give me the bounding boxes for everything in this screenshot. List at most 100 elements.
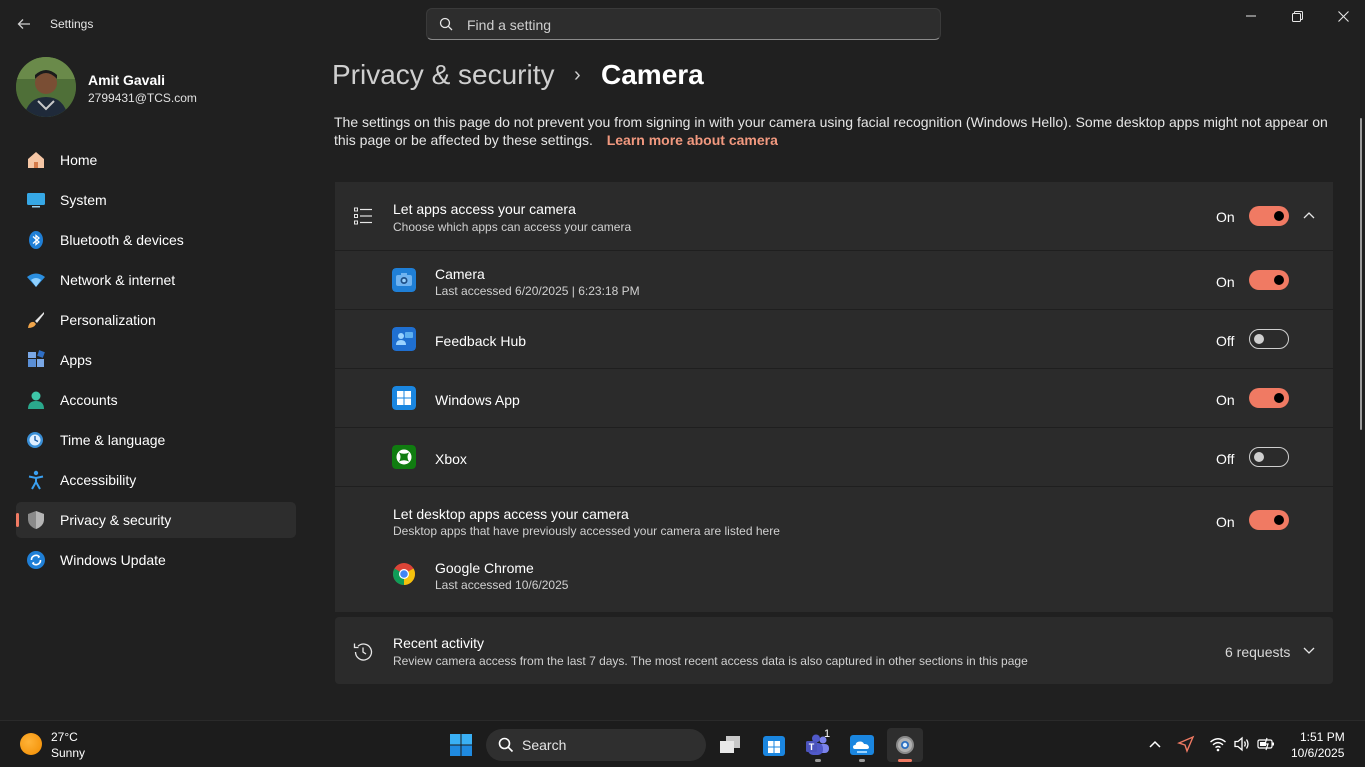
learn-more-link[interactable]: Learn more about camera <box>607 132 778 148</box>
clock-date[interactable]: 10/6/2025 <box>1291 746 1344 760</box>
app-title: Settings <box>50 17 94 31</box>
app-state: Off <box>1216 333 1235 349</box>
xbox-icon <box>392 445 416 469</box>
sidebar-nav: Home System Bluetooth & devices Network … <box>16 142 296 582</box>
main-toggle-state: On <box>1216 209 1235 225</box>
sidebar-item-home[interactable]: Home <box>16 142 296 178</box>
sidebar-item-bluetooth[interactable]: Bluetooth & devices <box>16 222 296 258</box>
sidebar-item-label: Privacy & security <box>60 512 172 528</box>
svg-text:T: T <box>809 742 815 752</box>
sidebar-item-time-language[interactable]: Time & language <box>16 422 296 458</box>
sidebar-item-apps[interactable]: Apps <box>16 342 296 378</box>
sidebar-item-privacy-security[interactable]: Privacy & security <box>16 502 296 538</box>
let-apps-access-card[interactable]: Let apps access your camera Choose which… <box>335 182 1333 250</box>
settings-taskbar-button[interactable] <box>887 728 923 762</box>
store-icon <box>763 736 785 756</box>
store-button[interactable] <box>756 728 792 762</box>
user-photo <box>16 57 76 117</box>
desktop-toggle-state: On <box>1216 514 1235 530</box>
chevron-down-icon[interactable] <box>1303 647 1315 655</box>
task-view-icon <box>720 736 740 753</box>
sidebar-item-accounts[interactable]: Accounts <box>16 382 296 418</box>
sidebar-item-personalization[interactable]: Personalization <box>16 302 296 338</box>
feedback-hub-icon <box>392 327 416 351</box>
sidebar-item-label: Windows Update <box>60 552 166 568</box>
sidebar-item-label: Home <box>60 152 98 168</box>
back-button[interactable] <box>12 12 36 36</box>
recent-activity-card[interactable]: Recent activity Review camera access fro… <box>335 617 1333 684</box>
sidebar-item-label: Bluetooth & devices <box>60 232 184 248</box>
gear-icon <box>896 736 914 754</box>
search-icon <box>498 737 514 753</box>
xbox-toggle[interactable] <box>1249 447 1289 467</box>
system-icon <box>27 193 45 208</box>
sidebar-item-system[interactable]: System <box>16 182 296 218</box>
apps-icon <box>28 350 45 367</box>
app-name: Windows App <box>435 392 520 408</box>
app-name: Xbox <box>435 451 467 467</box>
wifi-icon[interactable] <box>1209 735 1227 753</box>
battery-icon[interactable] <box>1257 735 1275 753</box>
app-state: Off <box>1216 451 1235 467</box>
list-icon <box>354 207 372 225</box>
minimize-button[interactable] <box>1228 4 1274 28</box>
recent-subtitle: Review camera access from the last 7 day… <box>393 654 1028 668</box>
desktop-apps-toggle[interactable] <box>1249 510 1289 530</box>
task-view-button[interactable] <box>712 728 748 762</box>
main-camera-toggle[interactable] <box>1249 206 1289 226</box>
avatar[interactable] <box>16 57 76 117</box>
windows-app-toggle[interactable] <box>1249 388 1289 408</box>
bluetooth-icon <box>29 231 43 249</box>
running-indicator <box>859 759 865 762</box>
chevron-up-icon[interactable] <box>1146 735 1164 753</box>
sidebar-item-accessibility[interactable]: Accessibility <box>16 462 296 498</box>
user-email: 2799431@TCS.com <box>88 91 197 105</box>
location-arrow-icon[interactable] <box>1177 735 1195 753</box>
feedback-hub-toggle[interactable] <box>1249 329 1289 349</box>
account-icon <box>28 391 44 409</box>
taskbar-search[interactable]: Search <box>486 729 706 761</box>
scrollbar[interactable] <box>1360 118 1362 430</box>
search-input[interactable] <box>467 15 927 35</box>
update-icon <box>27 551 45 569</box>
desktop-toggle-subtitle: Desktop apps that have previously access… <box>393 524 780 538</box>
settings-window: Settings Amit Gavali 2799431@TCS.com <box>0 0 1365 720</box>
teams-button[interactable]: T 1 <box>800 728 836 762</box>
start-button[interactable] <box>443 728 479 762</box>
sidebar-item-label: Apps <box>60 352 92 368</box>
clock-time[interactable]: 1:51 PM <box>1300 730 1345 744</box>
onedrive-button[interactable] <box>844 728 880 762</box>
toggle-knob <box>1274 211 1284 221</box>
search-box[interactable] <box>426 8 941 40</box>
camera-app-toggle[interactable] <box>1249 270 1289 290</box>
main-toggle-title: Let apps access your camera <box>393 201 576 217</box>
sidebar-item-windows-update[interactable]: Windows Update <box>16 542 296 578</box>
weather-condition[interactable]: Sunny <box>51 746 85 760</box>
minimize-icon <box>1246 15 1256 17</box>
taskbar: 27°C Sunny Search T 1 1:51 PM 10/6/2025 <box>0 720 1365 767</box>
app-last-accessed: Last accessed 6/20/2025 | 6:23:18 PM <box>435 284 640 298</box>
close-button[interactable] <box>1320 4 1365 28</box>
restore-button[interactable] <box>1274 4 1320 28</box>
sidebar-item-network[interactable]: Network & internet <box>16 262 296 298</box>
active-indicator <box>898 759 912 762</box>
app-name: Feedback Hub <box>435 333 527 349</box>
onedrive-icon <box>850 735 874 755</box>
info-description: The settings on this page do not prevent… <box>334 114 1328 148</box>
sun-icon[interactable] <box>20 733 42 755</box>
weather-temp[interactable]: 27°C <box>51 730 78 744</box>
shield-icon <box>28 511 44 529</box>
desktop-app-last-accessed: Last accessed 10/6/2025 <box>435 578 569 592</box>
clock-globe-icon <box>27 432 43 448</box>
brush-icon <box>28 312 44 328</box>
user-name: Amit Gavali <box>88 72 166 88</box>
breadcrumb-parent[interactable]: Privacy & security <box>332 59 555 91</box>
restore-icon <box>1291 10 1303 22</box>
desktop-app-name: Google Chrome <box>435 560 534 576</box>
windows-app-icon <box>392 386 416 410</box>
volume-icon[interactable] <box>1233 735 1251 753</box>
chevron-up-icon[interactable] <box>1303 211 1315 219</box>
breadcrumb-separator: › <box>574 64 581 86</box>
wifi-icon <box>27 273 45 287</box>
taskbar-search-label: Search <box>522 737 567 753</box>
